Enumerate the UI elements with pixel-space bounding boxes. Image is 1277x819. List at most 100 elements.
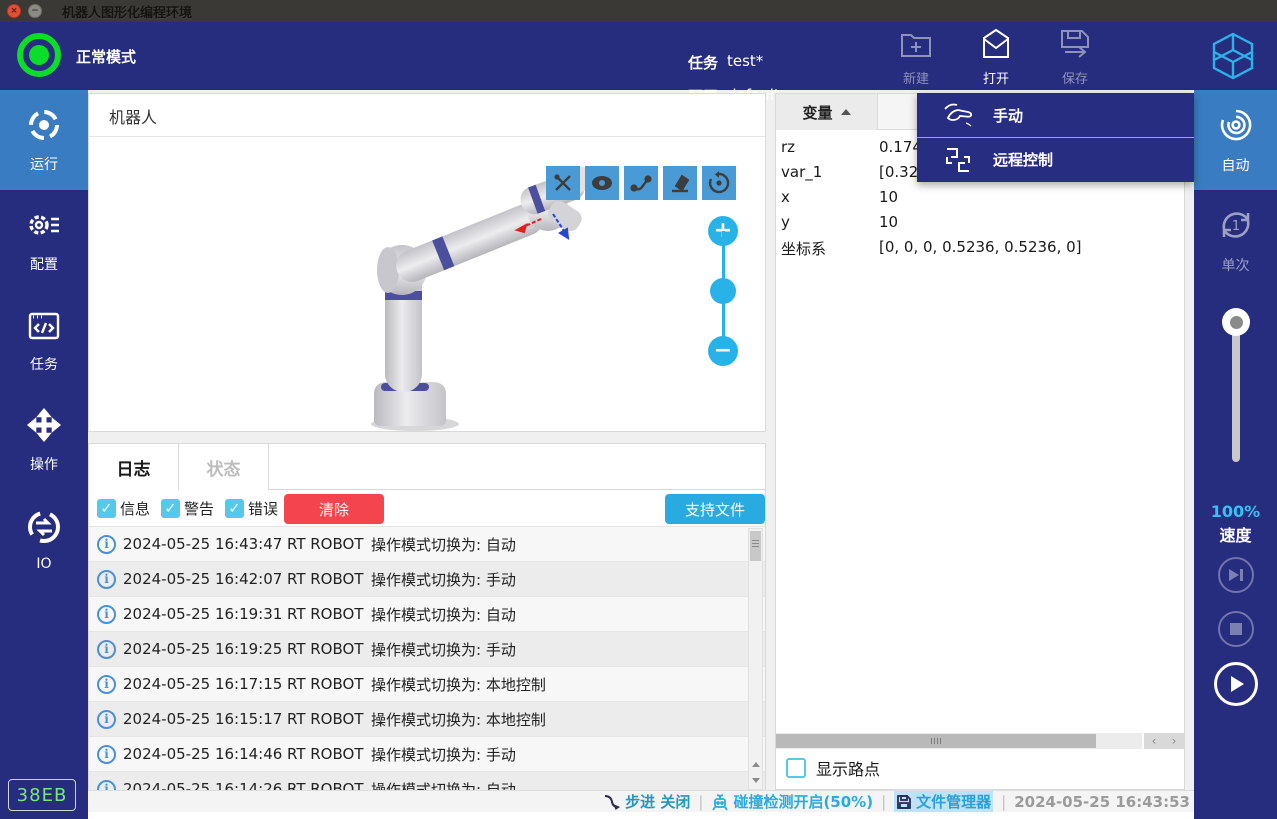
chevron-up-icon xyxy=(841,109,851,115)
log-scrollbar-thumb[interactable] xyxy=(750,531,761,561)
variables-collapse-button[interactable]: 变量 xyxy=(776,94,878,130)
speed-slider-track[interactable] xyxy=(1232,318,1240,462)
zoom-slider-thumb[interactable] xyxy=(710,278,736,304)
window-title: 机器人图形化编程环境 xyxy=(62,2,192,21)
step-mode-indicator[interactable]: 步进 关闭 xyxy=(603,791,690,812)
variable-row[interactable]: y 10 xyxy=(776,213,1184,238)
reset-view-button[interactable] xyxy=(702,166,736,200)
sidebar-item-auto[interactable]: 自动 xyxy=(1194,90,1277,190)
task-label: 任务 xyxy=(688,52,718,73)
info-icon: i xyxy=(97,745,116,764)
tab-status[interactable]: 状态 xyxy=(179,444,269,491)
info-icon: i xyxy=(97,535,116,554)
status-badge: 38EB xyxy=(8,779,76,811)
close-icon[interactable]: × xyxy=(7,4,21,18)
log-row[interactable]: i 2024-05-25 16:19:31 RT ROBOT 操作模式切换为: … xyxy=(89,597,765,632)
mode-dropdown-menu: 手动 远程控制 xyxy=(917,93,1194,182)
log-row[interactable]: i 2024-05-25 16:15:17 RT ROBOT 操作模式切换为: … xyxy=(89,702,765,737)
stop-button[interactable] xyxy=(1218,611,1254,647)
variables-panel: 变量 rz 0.1745 var_1 [0.326 x 10 y 10 坐标系 … xyxy=(775,93,1185,790)
trajectory-button[interactable] xyxy=(624,166,658,200)
speed-slider-thumb[interactable] xyxy=(1222,308,1250,336)
scroll-right-icon[interactable]: › xyxy=(1164,733,1184,749)
filter-info[interactable]: ✓ 信息 xyxy=(97,498,150,519)
scroll-up-icon[interactable] xyxy=(749,756,762,772)
status-bar: 步进 关闭 | 碰撞检测开启(50%) | 文件管理器 | 2024-05-25… xyxy=(88,790,1194,812)
info-icon: i xyxy=(97,640,116,659)
filter-warning[interactable]: ✓ 警告 xyxy=(161,498,214,519)
open-button[interactable]: 打开 xyxy=(964,26,1028,88)
log-row[interactable]: i 2024-05-25 16:19:25 RT ROBOT 操作模式切换为: … xyxy=(89,632,765,667)
collision-detection-indicator[interactable]: 碰撞检测开启(50%) xyxy=(711,791,873,812)
code-window-icon xyxy=(25,306,63,348)
clear-button[interactable]: 清除 xyxy=(284,494,384,524)
save-button[interactable]: 保存 xyxy=(1043,26,1107,88)
log-row[interactable]: i 2024-05-25 16:43:47 RT ROBOT 操作模式切换为: … xyxy=(89,527,765,562)
menu-item-remote-control[interactable]: 远程控制 xyxy=(917,137,1194,181)
variable-row[interactable]: 坐标系 [0, 0, 0, 0.5236, 0.5236, 0] xyxy=(776,238,1184,263)
sidebar-item-io[interactable]: IO xyxy=(0,490,88,590)
remote-control-icon xyxy=(941,145,975,175)
task-value: test* xyxy=(727,52,763,70)
gear-icon xyxy=(25,206,63,248)
tools-button[interactable] xyxy=(546,166,580,200)
log-row[interactable]: i 2024-05-25 16:14:46 RT ROBOT 操作模式切换为: … xyxy=(89,737,765,772)
mode-label: 正常模式 xyxy=(76,46,136,67)
new-folder-icon xyxy=(898,26,934,66)
step-icon xyxy=(603,794,621,810)
log-scrollbar[interactable] xyxy=(748,528,763,790)
collision-robot-icon xyxy=(711,793,729,811)
play-button[interactable] xyxy=(1214,662,1258,706)
svg-text:1: 1 xyxy=(1231,219,1239,234)
eraser-button[interactable] xyxy=(663,166,697,200)
checkbox-checked-icon: ✓ xyxy=(161,499,180,518)
robot-panel: 机器人 xyxy=(88,93,766,432)
variable-row[interactable]: x 10 xyxy=(776,188,1184,213)
left-sidebar: 运行 配置 任务 xyxy=(0,90,88,819)
step-forward-button[interactable] xyxy=(1218,557,1254,593)
status-timestamp: 2024-05-25 16:43:53 xyxy=(1014,793,1190,811)
header: 正常模式 任务 test* 配置 default 新建 打开 xyxy=(0,22,1277,90)
new-button[interactable]: 新建 xyxy=(884,26,948,88)
variables-hscrollbar-thumb[interactable] xyxy=(776,734,1096,748)
open-envelope-icon xyxy=(978,26,1014,66)
log-tab-bar: 日志 状态 xyxy=(88,443,766,490)
io-swap-icon xyxy=(25,508,63,550)
checkbox-checked-icon: ✓ xyxy=(225,499,244,518)
speed-label: 速度 xyxy=(1194,522,1277,546)
log-row[interactable]: i 2024-05-25 16:14:26 RT ROBOT 操作模式切换为: … xyxy=(89,772,765,791)
checkbox-checked-icon: ✓ xyxy=(97,499,116,518)
sidebar-item-operate[interactable]: 操作 xyxy=(0,390,88,490)
sidebar-item-task[interactable]: 任务 xyxy=(0,290,88,390)
minimize-icon[interactable]: − xyxy=(28,4,42,18)
right-sidebar: 自动 1 单次 100% 速度 xyxy=(1194,90,1277,819)
log-row[interactable]: i 2024-05-25 16:42:07 RT ROBOT 操作模式切换为: … xyxy=(89,562,765,597)
checkbox-unchecked-icon xyxy=(786,758,806,778)
view-toolbar xyxy=(546,166,736,200)
variables-hscrollbar[interactable] xyxy=(776,733,1142,749)
filter-error[interactable]: ✓ 错误 xyxy=(225,498,278,519)
save-floppy-icon xyxy=(1057,26,1093,66)
log-list[interactable]: i 2024-05-25 16:43:47 RT ROBOT 操作模式切换为: … xyxy=(88,527,766,791)
tab-log[interactable]: 日志 xyxy=(89,444,179,491)
support-files-button[interactable]: 支持文件 xyxy=(665,494,765,524)
log-row[interactable]: i 2024-05-25 16:17:15 RT ROBOT 操作模式切换为: … xyxy=(89,667,765,702)
single-cycle-icon: 1 xyxy=(1216,205,1256,249)
file-manager-button[interactable]: 文件管理器 xyxy=(894,791,993,812)
info-icon: i xyxy=(97,570,116,589)
info-icon: i xyxy=(97,675,116,694)
visibility-button[interactable] xyxy=(585,166,619,200)
move-arrows-icon xyxy=(25,406,63,448)
sidebar-item-single[interactable]: 1 单次 xyxy=(1194,190,1277,290)
scroll-left-icon[interactable]: ‹ xyxy=(1144,733,1164,749)
sidebar-item-config[interactable]: 配置 xyxy=(0,190,88,290)
sidebar-item-run[interactable]: 运行 xyxy=(0,90,88,190)
zoom-out-button[interactable]: − xyxy=(708,336,738,366)
show-waypoints-checkbox[interactable]: 显示路点 xyxy=(786,756,880,780)
floppy-icon xyxy=(896,794,912,810)
mode-status-icon xyxy=(17,33,61,77)
hand-icon xyxy=(941,102,975,128)
scroll-down-icon[interactable] xyxy=(749,772,762,788)
info-icon: i xyxy=(97,710,116,729)
menu-item-manual[interactable]: 手动 xyxy=(917,93,1194,137)
